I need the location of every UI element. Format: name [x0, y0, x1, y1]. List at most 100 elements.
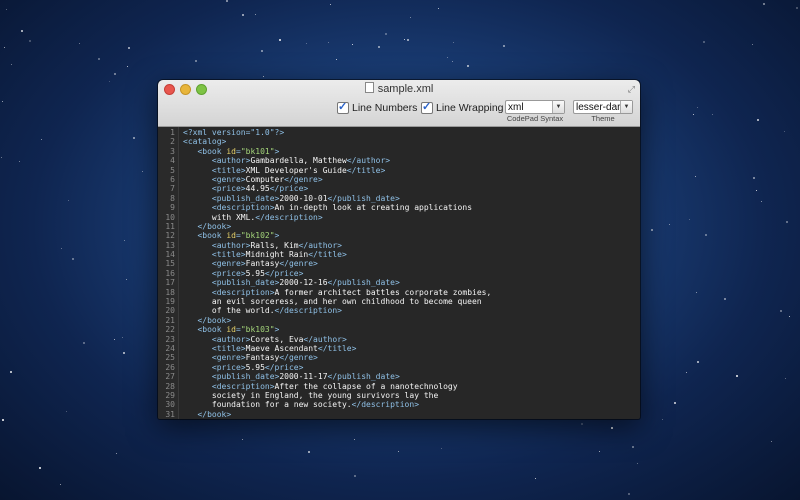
star — [1, 157, 2, 158]
star — [41, 139, 42, 140]
code-line: <price>5.95</price> — [183, 269, 491, 278]
star — [651, 229, 653, 231]
line-number: 5 — [170, 165, 175, 175]
window-title: sample.xml — [158, 82, 640, 95]
code-token: <publish_date> — [211, 372, 280, 382]
editor-window: sample.xml ⤢ Line Numbers Line Wrapping … — [158, 80, 640, 419]
star — [19, 161, 20, 162]
code-token: 2000-12-16 — [279, 278, 328, 288]
star — [689, 219, 690, 220]
theme-select-value: lesser-dark — [576, 102, 626, 113]
line-number: 25 — [165, 353, 175, 363]
code-token: </price> — [264, 362, 304, 372]
star — [336, 59, 337, 60]
star — [753, 177, 755, 179]
star — [385, 33, 387, 35]
chevron-down-icon[interactable]: ▼ — [552, 101, 564, 113]
code-line: <book id="bk101"> — [183, 147, 491, 156]
code-token: </author> — [298, 240, 342, 250]
code-token: <price> — [211, 362, 246, 372]
star — [705, 234, 707, 236]
line-numbers-checkbox-box[interactable] — [337, 100, 349, 114]
code-token: </title> — [346, 165, 386, 175]
star — [712, 114, 713, 115]
code-token: After the collapse of a nanotechnology — [274, 381, 458, 391]
code-line: <genre>Fantasy</genre> — [183, 353, 491, 362]
star — [724, 298, 726, 300]
line-number: 31 — [165, 409, 175, 419]
code-line: <title>Midnight Rain</title> — [183, 250, 491, 259]
code-token: <genre> — [211, 353, 246, 363]
code-token: <description> — [211, 381, 275, 391]
code-token: 2000-11-17 — [279, 372, 328, 382]
code-line: <book id="bk103"> — [183, 325, 491, 334]
code-token: </title> — [308, 250, 347, 260]
chevron-down-icon[interactable]: ▼ — [620, 101, 632, 113]
code-token: an evil sorceress, and her own childhood… — [183, 297, 482, 307]
star — [308, 451, 310, 453]
star — [10, 371, 12, 373]
code-line: an evil sorceress, and her own childhood… — [183, 297, 491, 306]
star — [407, 39, 409, 41]
code-token: <description> — [211, 287, 275, 297]
code-token: Ralls, Kim — [250, 240, 299, 250]
theme-select[interactable]: lesser-dark ▼ — [573, 100, 633, 114]
fullscreen-icon[interactable]: ⤢ — [628, 84, 635, 95]
code-token: 2000-10-01 — [279, 193, 328, 203]
line-number: 17 — [165, 278, 175, 288]
star — [328, 42, 329, 43]
code-line: <book id="bk102"> — [183, 231, 491, 240]
code-token: </book> — [197, 315, 232, 325]
code-token: </price> — [264, 268, 304, 278]
code-area[interactable]: <?xml version="1.0"?> <catalog> <book id=… — [179, 127, 491, 419]
code-token: "bk101" — [240, 146, 275, 156]
code-token: <book — [197, 231, 227, 241]
code-token: </book> — [197, 221, 232, 231]
code-token: id — [226, 146, 236, 156]
line-numbers-checkbox[interactable]: Line Numbers — [337, 100, 417, 114]
line-number: 19 — [165, 297, 175, 307]
star — [2, 419, 4, 421]
star — [637, 463, 638, 464]
star — [2, 101, 3, 102]
code-line: foundation for a new society.</descripti… — [183, 400, 491, 409]
code-token: <catalog> — [183, 137, 227, 147]
code-token: > — [274, 325, 280, 335]
theme-caption: Theme — [591, 114, 615, 123]
code-token: </publish_date> — [327, 193, 400, 203]
code-token: <publish_date> — [211, 193, 280, 203]
code-token: <author> — [211, 334, 251, 344]
syntax-select[interactable]: xml ▼ — [505, 100, 565, 114]
code-token: "bk103" — [240, 325, 275, 335]
line-number: 3 — [170, 146, 175, 156]
line-wrapping-checkbox-box[interactable] — [421, 100, 433, 114]
star — [686, 372, 687, 373]
code-token: </publish_date> — [327, 278, 400, 288]
star — [786, 221, 788, 223]
line-wrapping-checkbox[interactable]: Line Wrapping — [421, 100, 504, 114]
code-token: Maeve Ascendant — [245, 343, 318, 353]
code-editor[interactable]: 1 2 3 4 5 6 7 8 9 10 11 12 13 14 15 16 17 18 19 20 21 22 23 24 2… — [158, 127, 640, 419]
star — [441, 448, 442, 449]
star — [354, 439, 355, 440]
code-token: <description> — [211, 203, 275, 213]
star — [128, 47, 130, 49]
star — [126, 279, 127, 280]
code-line: <author>Corets, Eva</author> — [183, 335, 491, 344]
line-number: 23 — [165, 334, 175, 344]
code-token: society in England, the young survivors … — [183, 390, 439, 400]
star — [21, 30, 23, 32]
star — [398, 451, 399, 452]
star — [785, 378, 786, 379]
star — [736, 375, 738, 377]
star — [330, 4, 331, 5]
star — [438, 8, 439, 9]
title-bar: sample.xml ⤢ Line Numbers Line Wrapping … — [158, 80, 640, 127]
